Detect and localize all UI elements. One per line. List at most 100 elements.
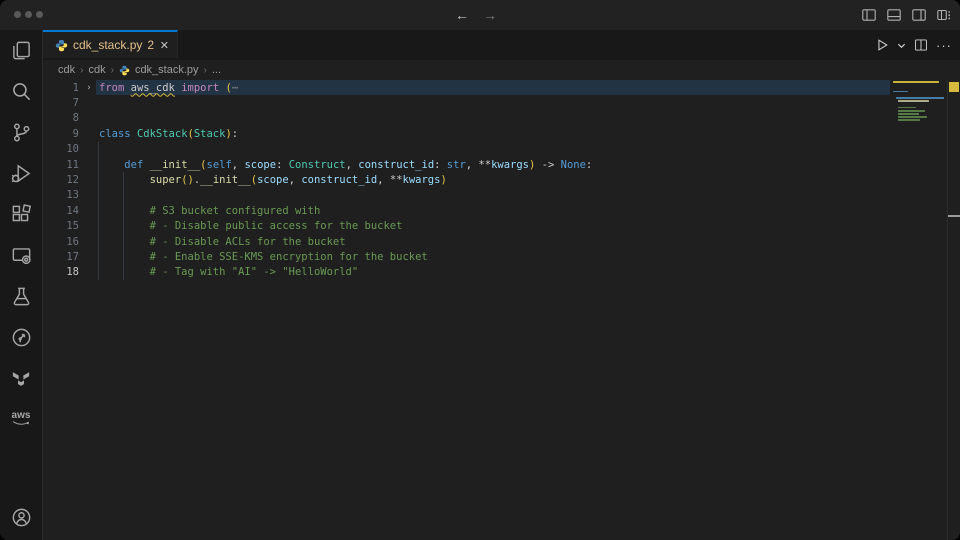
line-number[interactable]: 16 <box>43 236 79 248</box>
breadcrumb-symbol[interactable]: ... <box>212 64 221 76</box>
line-number[interactable]: 1 <box>43 82 79 94</box>
play-icon <box>875 38 889 52</box>
activity-bar-terraform[interactable] <box>0 358 42 399</box>
activity-bar-source-control[interactable] <box>0 112 42 153</box>
toggle-panel-icon[interactable] <box>886 7 902 23</box>
go-forward-icon[interactable]: → <box>483 8 497 22</box>
beaker-icon <box>11 286 32 307</box>
code-line-8[interactable]: 8 <box>43 111 960 126</box>
activity-bar-search[interactable] <box>0 71 42 112</box>
editor-actions: ··· <box>875 30 952 60</box>
activity-bar-explorer[interactable] <box>0 30 42 71</box>
code-text: class CdkStack(Stack): <box>99 128 238 140</box>
files-icon <box>11 40 32 61</box>
code-text: # - Disable ACLs for the bucket <box>99 236 346 248</box>
split-editor-icon <box>914 38 928 52</box>
activity-bar-remote-explorer[interactable] <box>0 235 42 276</box>
tab-filename: cdk_stack.py <box>73 38 142 52</box>
cursor-marker <box>948 215 960 217</box>
breadcrumb-folder[interactable]: cdk <box>58 64 75 76</box>
line-number[interactable]: 8 <box>43 112 79 124</box>
layout-controls <box>861 0 952 30</box>
line-number[interactable]: 9 <box>43 128 79 140</box>
code-text: # S3 bucket configured with <box>99 205 320 217</box>
line-number[interactable]: 11 <box>43 159 79 171</box>
code-line-7[interactable]: 7 <box>43 95 960 110</box>
minimap[interactable] <box>893 81 948 122</box>
breadcrumb-separator-icon: › <box>111 65 114 76</box>
title-bar: ← → <box>0 0 960 30</box>
line-number[interactable]: 14 <box>43 205 79 217</box>
breadcrumb-file[interactable]: cdk_stack.py <box>135 64 199 76</box>
activity-bar-git-graph[interactable] <box>0 317 42 358</box>
code-line-17[interactable]: 17 # - Enable SSE-KMS encryption for the… <box>43 249 960 264</box>
source-control-icon <box>11 122 32 143</box>
editor-group: cdk_stack.py 2 ✕ ··· <box>43 30 960 540</box>
overview-ruler[interactable] <box>947 80 960 540</box>
aws-icon: aws <box>11 412 31 427</box>
code-line-10[interactable]: 10 <box>43 142 960 157</box>
python-file-icon <box>119 65 130 76</box>
git-graph-icon <box>11 327 32 348</box>
line-number[interactable]: 7 <box>43 97 79 109</box>
code-text: super().__init__(scope, construct_id, **… <box>99 174 447 186</box>
activity-bar-testing[interactable] <box>0 276 42 317</box>
code-line-18[interactable]: 18 # - Tag with "AI" -> "HelloWorld" <box>43 265 960 280</box>
run-python-file-button[interactable] <box>875 38 889 52</box>
code-line-14[interactable]: 14 # S3 bucket configured with <box>43 203 960 218</box>
activity-bar-extensions[interactable] <box>0 194 42 235</box>
code-line-13[interactable]: 13 <box>43 188 960 203</box>
code-text: from aws_cdk import (⋯ <box>99 82 238 94</box>
search-icon <box>11 81 32 102</box>
activity-bar-run-and-debug[interactable] <box>0 153 42 194</box>
breadcrumb-separator-icon: › <box>204 65 207 76</box>
code-text: # - Disable public access for the bucket <box>99 220 402 232</box>
code-text: # - Enable SSE-KMS encryption for the bu… <box>99 251 428 263</box>
toggle-secondary-sidebar-icon[interactable] <box>911 7 927 23</box>
warning-marker <box>949 82 959 92</box>
remote-explorer-icon <box>11 245 32 266</box>
window-maximize-icon[interactable] <box>36 11 43 18</box>
tab-bar: cdk_stack.py 2 ✕ ··· <box>43 30 960 60</box>
code-line-15[interactable]: 15 # - Disable public access for the buc… <box>43 219 960 234</box>
line-number[interactable]: 18 <box>43 266 79 278</box>
extensions-icon <box>11 204 32 225</box>
code-line-9[interactable]: 9 class CdkStack(Stack): <box>43 126 960 141</box>
tab-close-icon[interactable]: ✕ <box>160 39 169 52</box>
run-dropdown-button[interactable] <box>897 41 906 50</box>
go-back-icon[interactable]: ← <box>455 8 469 22</box>
minimap-line <box>893 119 948 122</box>
line-number[interactable]: 17 <box>43 251 79 263</box>
chevron-down-icon <box>897 41 906 50</box>
line-number[interactable]: 10 <box>43 143 79 155</box>
activity-bar-aws[interactable]: aws <box>0 399 42 440</box>
line-number[interactable]: 12 <box>43 174 79 186</box>
vscode-window: ← → <box>0 0 960 540</box>
customize-layout-icon[interactable] <box>936 7 952 23</box>
run-and-debug-icon <box>11 163 32 184</box>
window-controls[interactable] <box>14 11 43 18</box>
breadcrumb-folder[interactable]: cdk <box>88 64 105 76</box>
account-icon <box>11 507 32 528</box>
code-lines: 1›from aws_cdk import (⋯ 7 8 9 class CdkStac… <box>43 80 960 280</box>
split-editor-button[interactable] <box>914 38 928 52</box>
terraform-icon <box>11 369 31 389</box>
code-line-16[interactable]: 16 # - Disable ACLs for the bucket <box>43 234 960 249</box>
toggle-primary-sidebar-icon[interactable] <box>861 7 877 23</box>
code-text: def __init__(self, scope: Construct, con… <box>99 159 592 171</box>
window-minimize-icon[interactable] <box>25 11 32 18</box>
code-line-11[interactable]: 11 def __init__(self, scope: Construct, … <box>43 157 960 172</box>
code-line-12[interactable]: 12 super().__init__(scope, construct_id,… <box>43 172 960 187</box>
more-actions-button[interactable]: ··· <box>936 38 952 53</box>
breadcrumb: cdk › cdk › cdk_stack.py › ... <box>43 60 960 80</box>
tab-badge: 2 <box>147 38 154 52</box>
line-number[interactable]: 13 <box>43 189 79 201</box>
line-number[interactable]: 15 <box>43 220 79 232</box>
code-line-1[interactable]: 1›from aws_cdk import (⋯ <box>43 80 960 95</box>
code-text: # - Tag with "AI" -> "HelloWorld" <box>99 266 358 278</box>
python-file-icon <box>55 39 68 52</box>
tab-cdk-stack-py[interactable]: cdk_stack.py 2 ✕ <box>43 30 178 58</box>
activity-bar-accounts[interactable] <box>0 497 42 538</box>
code-editor[interactable]: 1›from aws_cdk import (⋯ 7 8 9 class CdkStac… <box>43 80 960 540</box>
window-close-icon[interactable] <box>14 11 21 18</box>
